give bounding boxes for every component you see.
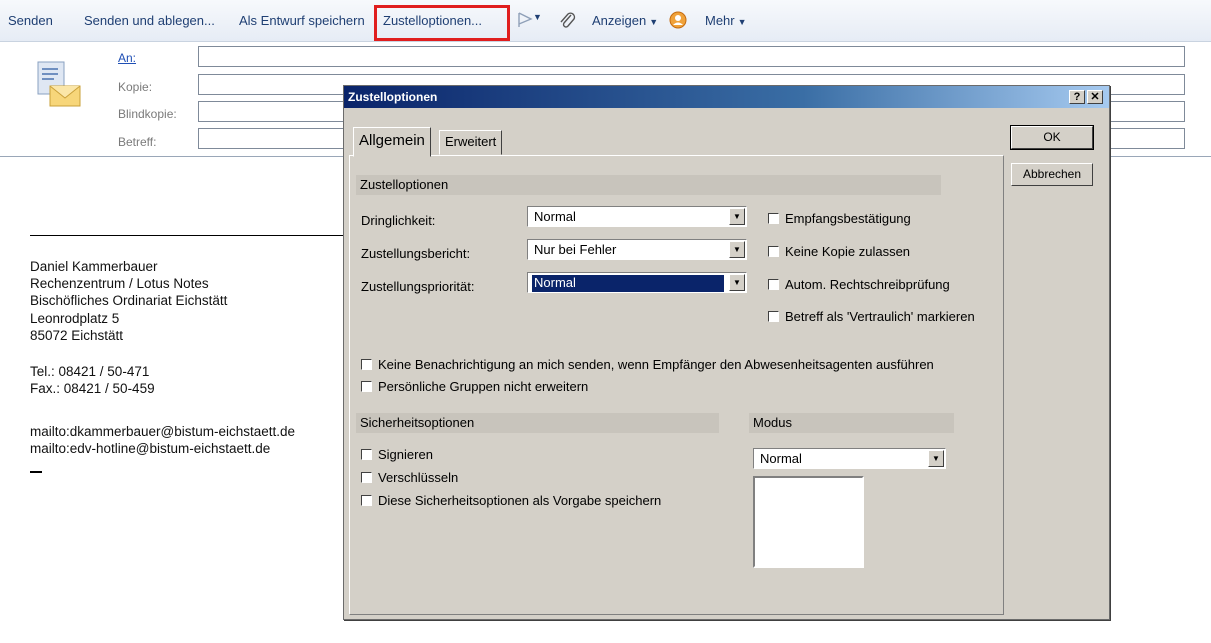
- flag-dropdown[interactable]: ▼: [533, 12, 542, 22]
- save-draft-button[interactable]: Als Entwurf speichern: [239, 13, 365, 28]
- send-button[interactable]: Senden: [8, 13, 53, 28]
- signature-name: Daniel Kammerbauer: [30, 259, 158, 274]
- mode-select[interactable]: Normal ▼: [753, 448, 946, 469]
- chevron-down-icon[interactable]: ▼: [928, 450, 944, 467]
- delivery-options-dialog: Zustelloptionen ? ✕ Allgemein Erweitert …: [343, 85, 1110, 620]
- signature-street: Leonrodplatz 5: [30, 311, 120, 326]
- report-select[interactable]: Nur bei Fehler ▼: [527, 239, 747, 260]
- signature-dept: Rechenzentrum / Lotus Notes: [30, 276, 209, 291]
- highlight-frame: [374, 5, 510, 41]
- report-label: Zustellungsbericht:: [361, 246, 471, 261]
- bcc-label: Blindkopie:: [118, 107, 177, 121]
- confidential-checkbox[interactable]: Betreff als 'Vertraulich' markieren: [768, 309, 975, 324]
- tab-general[interactable]: Allgemein: [353, 127, 431, 157]
- signature-tel: Tel.: 08421 / 50-471: [30, 364, 150, 379]
- mode-listbox[interactable]: [753, 476, 864, 568]
- receipt-checkbox[interactable]: Empfangsbestätigung: [768, 211, 911, 226]
- dialog-titlebar: Zustelloptionen ? ✕: [344, 86, 1109, 108]
- mode-value: Normal: [760, 451, 802, 466]
- to-field[interactable]: [198, 46, 1185, 67]
- checkbox-box[interactable]: [768, 311, 779, 322]
- person-icon[interactable]: [668, 10, 688, 33]
- section-security-header: Sicherheitsoptionen: [356, 413, 719, 433]
- personal-groups-checkbox[interactable]: Persönliche Gruppen nicht erweitern: [361, 379, 588, 394]
- signature-city: 85072 Eichstätt: [30, 328, 124, 343]
- checkbox-box[interactable]: [768, 279, 779, 290]
- paperclip-icon[interactable]: [557, 10, 577, 33]
- checkbox-box[interactable]: [361, 495, 372, 506]
- cc-label: Kopie:: [118, 80, 153, 94]
- checkbox-box[interactable]: [361, 359, 372, 370]
- more-menu[interactable]: Mehr ▼: [705, 13, 747, 28]
- priority-label: Zustellungspriorität:: [361, 279, 475, 294]
- priority-value: Normal: [532, 275, 724, 292]
- help-button[interactable]: ?: [1069, 90, 1085, 104]
- subject-label: Betreff:: [118, 135, 157, 149]
- urgency-label: Dringlichkeit:: [361, 213, 436, 228]
- text-cursor: [30, 471, 42, 473]
- chevron-down-icon[interactable]: ▼: [729, 208, 745, 225]
- toolbar: Senden Senden und ablegen... Als Entwurf…: [0, 0, 1211, 42]
- dialog-title: Zustelloptionen: [348, 90, 438, 104]
- signature-mail-1[interactable]: mailto:dkammerbauer@bistum-eichstaett.de: [30, 424, 295, 439]
- chevron-down-icon[interactable]: ▼: [729, 241, 745, 258]
- section-mode-header: Modus: [749, 413, 954, 433]
- cancel-button[interactable]: Abbrechen: [1011, 163, 1093, 186]
- tab-advanced[interactable]: Erweitert: [439, 130, 503, 155]
- ok-button[interactable]: OK: [1010, 125, 1094, 150]
- checkbox-box[interactable]: [361, 381, 372, 392]
- signature-org: Bischöfliches Ordinariat Eichstätt: [30, 293, 228, 308]
- save-default-checkbox[interactable]: Diese Sicherheitsoptionen als Vorgabe sp…: [361, 493, 661, 508]
- urgency-select[interactable]: Normal ▼: [527, 206, 747, 227]
- signature-mail-2[interactable]: mailto:edv-hotline@bistum-eichstaett.de: [30, 441, 270, 456]
- checkbox-box[interactable]: [768, 246, 779, 257]
- display-menu[interactable]: Anzeigen ▼: [592, 13, 658, 28]
- urgency-value: Normal: [534, 209, 576, 224]
- section-delivery-header: Zustelloptionen: [356, 175, 941, 195]
- sign-checkbox[interactable]: Signieren: [361, 447, 433, 462]
- send-and-file-button[interactable]: Senden und ablegen...: [84, 13, 215, 28]
- signature-rule: [30, 235, 350, 236]
- checkbox-box[interactable]: [768, 213, 779, 224]
- mail-icon: [36, 58, 86, 111]
- priority-select[interactable]: Normal ▼: [527, 272, 747, 293]
- checkbox-box[interactable]: [361, 472, 372, 483]
- to-label[interactable]: An:: [118, 51, 136, 65]
- spellcheck-checkbox[interactable]: Autom. Rechtschreibprüfung: [768, 277, 950, 292]
- report-value: Nur bei Fehler: [534, 242, 617, 257]
- no-copy-checkbox[interactable]: Keine Kopie zulassen: [768, 244, 910, 259]
- close-button[interactable]: ✕: [1087, 90, 1103, 104]
- no-notify-checkbox[interactable]: Keine Benachrichtigung an mich senden, w…: [361, 357, 934, 372]
- chevron-down-icon[interactable]: ▼: [729, 274, 745, 291]
- signature-fax: Fax.: 08421 / 50-459: [30, 381, 155, 396]
- checkbox-box[interactable]: [361, 449, 372, 460]
- encrypt-checkbox[interactable]: Verschlüsseln: [361, 470, 458, 485]
